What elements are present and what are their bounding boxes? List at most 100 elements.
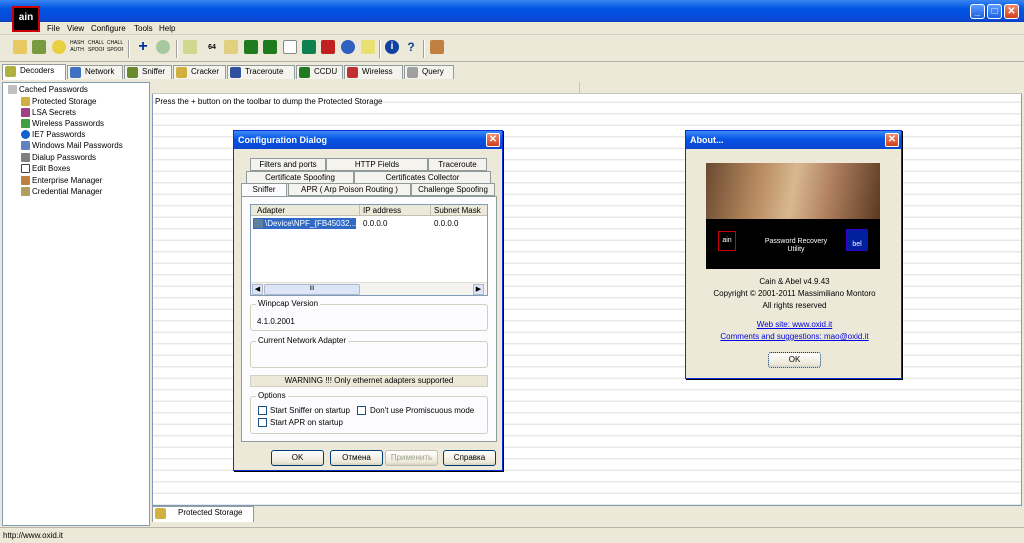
sniffer-icon [127, 67, 138, 78]
status-text: http://www.oxid.it [3, 531, 64, 540]
credential-icon [21, 187, 30, 196]
col-subnet-mask[interactable]: Subnet Mask [434, 206, 481, 215]
tab-cracker[interactable]: Cracker [173, 65, 226, 79]
tab-query[interactable]: Query [404, 65, 454, 79]
recycle-icon[interactable] [156, 40, 170, 54]
tree-item-ie7-passwords[interactable]: IE7 Passwords [21, 129, 85, 140]
column-divider[interactable] [579, 82, 580, 94]
adapter-list[interactable]: Adapter IP address Subnet Mask \Device\N… [250, 204, 488, 296]
tab-challenge-spoofing[interactable]: Challenge Spoofing [411, 183, 495, 196]
dictionary-icon[interactable] [302, 40, 316, 54]
tree-item-edit-boxes[interactable]: Edit Boxes [21, 163, 70, 174]
toolbar-separator [128, 40, 130, 58]
maximize-button[interactable]: □ [987, 4, 1002, 19]
title-bar: _ □ ✕ [0, 0, 1024, 22]
toolbar-separator [423, 40, 425, 58]
sniffer-start-icon[interactable] [32, 40, 46, 54]
about-ok-button[interactable]: OK [768, 352, 821, 368]
sniffer-startup-checkbox[interactable] [258, 406, 267, 415]
apr-startup-checkbox[interactable] [258, 418, 267, 427]
adapter-name[interactable]: \Device\NPF_{FB45032... [265, 219, 356, 228]
mail-icon [21, 141, 30, 150]
protected-storage-icon [155, 508, 166, 519]
note-icon[interactable] [361, 40, 375, 54]
horizontal-scrollbar[interactable]: ◀ III ▶ [251, 282, 487, 295]
scroll-right-icon[interactable]: ▶ [473, 284, 484, 295]
hash-auth-icon[interactable]: HASH AUTH [69, 40, 85, 54]
ok-button[interactable]: OK [271, 450, 324, 466]
tab-ccdu[interactable]: CCDU [296, 65, 343, 79]
tree-item-cached-passwords[interactable]: Cached Passwords [8, 84, 88, 95]
tab-http-fields[interactable]: HTTP Fields [326, 158, 428, 171]
website-link[interactable]: Web site: www.oxid.it [686, 320, 903, 329]
ie-icon [21, 130, 30, 139]
tree-item-dialup-passwords[interactable]: Dialup Passwords [21, 152, 96, 163]
cancel-button[interactable]: Отмена [330, 450, 383, 466]
status-bar: http://www.oxid.it [0, 527, 1024, 543]
cached-icon [8, 85, 17, 94]
tree-item-credential-manager[interactable]: Credential Manager [21, 186, 102, 197]
help-icon[interactable]: ? [404, 40, 418, 54]
traceroute-icon [230, 67, 241, 78]
module-tabs: Decoders Network Sniffer Cracker Tracero… [0, 64, 1024, 80]
options-group: Options Start Sniffer on startup Don't u… [250, 391, 488, 434]
menu-bar: File View Configure Tools Help [0, 22, 1024, 35]
tree-item-protected-storage[interactable]: Protected Storage [21, 96, 97, 107]
query-icon [407, 67, 418, 78]
col-adapter[interactable]: Adapter [257, 206, 285, 215]
tape-icon[interactable] [321, 40, 335, 54]
decoder-icon[interactable] [183, 40, 197, 54]
about-close-button[interactable]: ✕ [885, 133, 899, 147]
menu-view[interactable]: View [67, 24, 84, 33]
chall-spoof-reset-icon[interactable]: CHALL SPOOF RESET [88, 40, 104, 54]
menu-tools[interactable]: Tools [134, 24, 153, 33]
close-button[interactable]: ✕ [1004, 4, 1019, 19]
promiscuous-checkbox[interactable] [357, 406, 366, 415]
help-button[interactable]: Справка [443, 450, 496, 466]
globe-icon[interactable] [341, 40, 355, 54]
tab-wireless[interactable]: Wireless [344, 65, 403, 79]
col-ip-address[interactable]: IP address [363, 206, 401, 215]
tab-sniffer-config[interactable]: Sniffer [241, 183, 287, 197]
tree-item-lsa-secrets[interactable]: LSA Secrets [21, 107, 76, 118]
scroll-thumb[interactable]: III [264, 284, 360, 295]
tree-item-enterprise-manager[interactable]: Enterprise Manager [21, 175, 102, 186]
add-plus-icon[interactable]: + [136, 40, 150, 54]
toolbar-separator [176, 40, 178, 58]
chall-spoof-ntlm-icon[interactable]: CHALL SPOOF NTLM [107, 40, 123, 54]
tab-traceroute[interactable]: Traceroute [227, 65, 295, 79]
ccdu-icon [299, 67, 310, 78]
open-icon[interactable] [13, 40, 27, 54]
tab-sniffer[interactable]: Sniffer [124, 65, 172, 79]
menu-help[interactable]: Help [159, 24, 175, 33]
config-close-button[interactable]: ✕ [486, 133, 500, 147]
lm-hash-icon[interactable] [244, 40, 258, 54]
ntlm-hash-icon[interactable] [263, 40, 277, 54]
tab-network[interactable]: Network [67, 65, 123, 79]
apr-radiation-icon[interactable] [52, 40, 66, 54]
exit-icon[interactable] [430, 40, 444, 54]
tab-apr[interactable]: APR ( Arp Poison Routing ) [288, 183, 411, 196]
menu-file[interactable]: File [47, 24, 60, 33]
tab-protected-storage[interactable]: Protected Storage [152, 506, 254, 522]
protected-storage-icon [21, 97, 30, 106]
minimize-button[interactable]: _ [970, 4, 985, 19]
winpcap-version: 4.1.0.2001 [257, 317, 295, 326]
scroll-left-icon[interactable]: ◀ [252, 284, 263, 295]
tree-item-wireless-passwords[interactable]: Wireless Passwords [21, 118, 104, 129]
column-divider [430, 205, 431, 216]
rights-text: All rights reserved [762, 301, 827, 310]
calc-icon[interactable] [283, 40, 297, 54]
adapter-ip: 0.0.0.0 [363, 219, 388, 228]
tree-item-windows-mail-passwords[interactable]: Windows Mail Passwords [21, 140, 123, 151]
apply-button[interactable]: Применить [385, 450, 438, 466]
tab-decoders[interactable]: Decoders [2, 64, 66, 80]
info-icon[interactable]: i [385, 40, 399, 54]
base64-icon[interactable]: 64 [205, 40, 219, 54]
tab-traceroute-config[interactable]: Traceroute [428, 158, 487, 171]
menu-configure[interactable]: Configure [91, 24, 126, 33]
key-icon[interactable] [224, 40, 238, 54]
tab-filters-ports[interactable]: Filters and ports [250, 158, 326, 171]
email-link[interactable]: Comments and suggestions: mao@oxid.it [686, 332, 903, 341]
sniffer-startup-label: Start Sniffer on startup [270, 406, 350, 415]
